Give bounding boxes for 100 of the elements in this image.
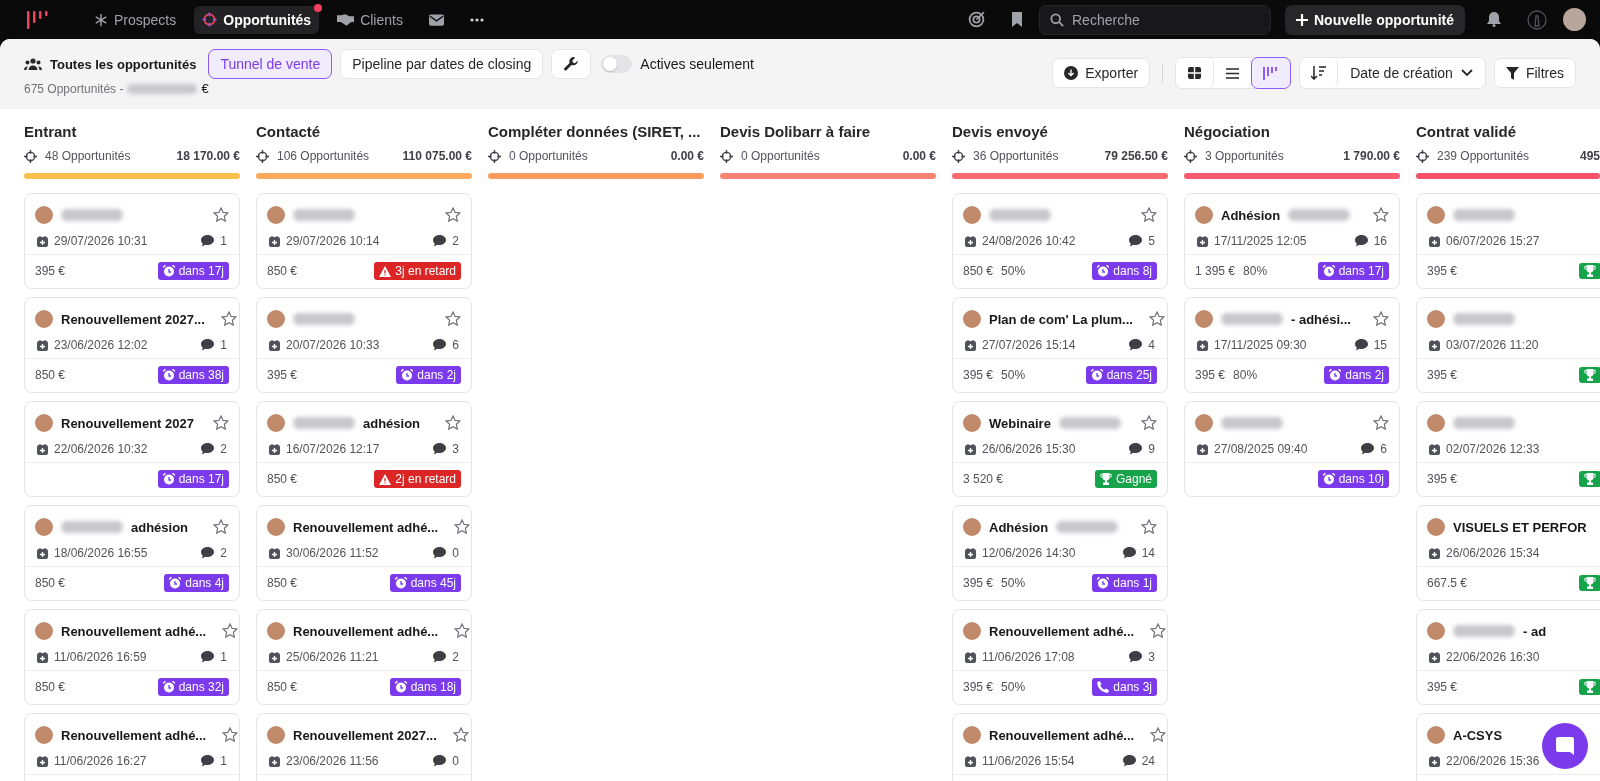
opportunity-card[interactable]: adhésion 16/07/2026 12:17 3 850 € 2j en retard — [256, 401, 472, 497]
bell-icon[interactable] — [1487, 12, 1501, 27]
opportunity-card[interactable]: Adhésion 17/11/2025 12:05 16 1 395 € 80% dans 17j — [1184, 193, 1400, 289]
star-icon[interactable] — [445, 415, 461, 431]
opportunity-card[interactable]: Renouvellement adhé... 25/06/2026 11:21 2 850 € dans 18j — [256, 609, 472, 705]
opportunity-card[interactable]: Renouvellement adhé... 11/06/2026 17:08 3 395 € 50% dans 3j — [952, 609, 1168, 705]
opportunity-card[interactable]: Renouvellement 2027... 23/06/2026 12:02 1 850 € dans 38j — [24, 297, 240, 393]
opportunity-card[interactable]: Renouvellement 2027... 23/06/2026 11:56 0 — [256, 713, 472, 781]
star-icon[interactable] — [1373, 415, 1389, 431]
opportunity-card[interactable]: Webinaire 26/06/2026 15:30 9 3 520 € Gagné — [952, 401, 1168, 497]
comment-count: 2 — [452, 650, 459, 664]
star-icon[interactable] — [222, 623, 239, 639]
comment-icon — [1361, 443, 1375, 455]
star-icon[interactable] — [213, 415, 229, 431]
calendar-icon — [1197, 235, 1208, 247]
owner-avatar — [267, 726, 285, 744]
card-title: Renouvellement adhé... — [61, 727, 207, 743]
card-date: 11/06/2026 16:27 — [54, 754, 147, 768]
opportunity-card[interactable]: Renouvellement adhé... 11/06/2026 16:59 1 850 € dans 32j — [24, 609, 240, 705]
table-icon — [1188, 67, 1202, 79]
opportunity-card[interactable]: Plan de com' La plum... 27/07/2026 15:14 4 395 € 50% dans 25j — [952, 297, 1168, 393]
comment-icon — [1354, 235, 1368, 247]
opportunity-card[interactable]: - adhési... 17/11/2025 09:30 15 395 € 80% dans 2j — [1184, 297, 1400, 393]
column-total: 18 170.00 € — [176, 149, 240, 163]
opportunity-card[interactable]: 27/08/2025 09:40 6 dans 10j — [1184, 401, 1400, 497]
card-amount: 395 € — [1427, 368, 1458, 382]
status-badge: dans 2j — [1324, 366, 1389, 384]
opportunity-card[interactable]: Renouvellement adhé... 11/06/2026 15:54 24 — [952, 713, 1168, 781]
logo-icon[interactable] — [26, 9, 50, 30]
opportunity-card[interactable]: Renouvellement 2027 22/06/2026 10:32 2 dans 17j — [24, 401, 240, 497]
user-avatar[interactable] — [1563, 8, 1586, 31]
status-badge: dans 17j — [157, 262, 229, 280]
opportunity-card[interactable]: - ad 22/06/2026 16:30 395 € — [1416, 609, 1600, 705]
card-date: 12/06/2026 14:30 — [982, 546, 1076, 560]
opportunity-card[interactable]: Adhésion 12/06/2026 14:30 14 395 € 50% dans 1j — [952, 505, 1168, 601]
export-button[interactable]: Exporter — [1052, 58, 1151, 88]
status-badge: dans 32j — [157, 678, 229, 696]
opportunity-card[interactable]: 20/07/2026 10:33 6 395 € dans 2j — [256, 297, 472, 393]
sort-dropdown[interactable]: Date de création — [1338, 58, 1485, 88]
opportunity-card[interactable]: adhésion 18/06/2026 16:55 2 850 € dans 4j — [24, 505, 240, 601]
nav-tab[interactable]: Prospects — [86, 5, 185, 34]
opportunity-card[interactable]: 29/07/2026 10:31 1 395 € dans 17j — [24, 193, 240, 289]
card-date: 29/07/2026 10:31 — [54, 234, 148, 248]
star-icon[interactable] — [213, 207, 229, 223]
view-tab[interactable]: Tunnel de vente — [208, 49, 333, 79]
opportunity-card[interactable]: 29/07/2026 10:14 2 850 € 3j en retard — [256, 193, 472, 289]
target-icon[interactable] — [968, 11, 985, 28]
opportunity-card[interactable]: Renouvellement adhé... 11/06/2026 16:27 1 — [24, 713, 240, 781]
new-opportunity-button[interactable]: Nouvelle opportunité — [1285, 4, 1465, 35]
settings-button[interactable] — [551, 49, 592, 79]
search-field[interactable]: Recherche — [1039, 4, 1271, 35]
comment-count: 3 — [452, 442, 459, 456]
opportunity-card[interactable]: VISUELS ET PERFOR 26/06/2026 15:34 667.5 € — [1416, 505, 1600, 601]
calendar-icon — [1429, 235, 1440, 247]
opportunity-card[interactable]: 03/07/2026 11:20 395 € — [1416, 297, 1600, 393]
card-date: 11/06/2026 17:08 — [982, 650, 1075, 664]
star-icon[interactable] — [452, 727, 469, 743]
card-probability: 50% — [1001, 264, 1026, 278]
star-icon[interactable] — [1141, 415, 1157, 431]
calendar-icon — [1429, 443, 1440, 455]
nav-tab[interactable]: Opportunités — [194, 5, 320, 34]
crosshair-icon — [720, 149, 733, 163]
star-icon[interactable] — [1373, 207, 1389, 223]
star-icon[interactable] — [454, 623, 471, 639]
opportunity-card[interactable]: Renouvellement adhé... 30/06/2026 11:52 0 850 € dans 45j — [256, 505, 472, 601]
card-title: Plan de com' La plum... — [989, 311, 1133, 327]
owner-avatar — [35, 518, 53, 536]
card-date: 25/06/2026 11:21 — [286, 650, 379, 664]
toggle-switch[interactable] — [601, 55, 633, 73]
view-tab[interactable]: Pipeline par dates de closing — [340, 49, 544, 79]
comment-count: 6 — [452, 338, 459, 352]
star-icon[interactable] — [1373, 311, 1389, 327]
card-date: 02/07/2026 12:33 — [1446, 442, 1540, 456]
owner-avatar — [267, 206, 285, 224]
opportunity-card[interactable]: 02/07/2026 12:33 395 € — [1416, 401, 1600, 497]
card-title: Renouvellement adhé... — [989, 623, 1135, 639]
opportunity-card[interactable]: 24/08/2026 10:42 5 850 € 50% dans 8j — [952, 193, 1168, 289]
comment-icon — [433, 547, 447, 559]
star-icon[interactable] — [1141, 207, 1157, 223]
card-date: 20/07/2026 10:33 — [286, 338, 380, 352]
status-badge: dans 45j — [389, 574, 461, 592]
star-icon[interactable] — [220, 311, 237, 327]
star-icon[interactable] — [222, 727, 239, 743]
star-icon[interactable] — [445, 207, 461, 223]
star-icon[interactable] — [445, 311, 461, 327]
lighthouse-icon[interactable] — [1527, 9, 1547, 30]
star-icon[interactable] — [454, 519, 471, 535]
star-icon[interactable] — [213, 519, 229, 535]
star-icon[interactable] — [1150, 727, 1167, 743]
opportunity-card[interactable]: 06/07/2026 15:27 395 € — [1416, 193, 1600, 289]
star-icon[interactable] — [1148, 311, 1165, 327]
star-icon[interactable] — [1150, 623, 1167, 639]
card-title: Renouvellement 2027... — [61, 311, 205, 327]
owner-avatar — [35, 726, 53, 744]
column-total: 1 790.00 € — [1343, 149, 1400, 163]
star-icon[interactable] — [1141, 519, 1157, 535]
filters-button[interactable]: Filtres — [1493, 58, 1576, 88]
comment-icon — [1129, 339, 1143, 351]
nav-tab[interactable]: Clients — [329, 5, 411, 34]
bookmark-icon[interactable] — [1011, 12, 1023, 27]
